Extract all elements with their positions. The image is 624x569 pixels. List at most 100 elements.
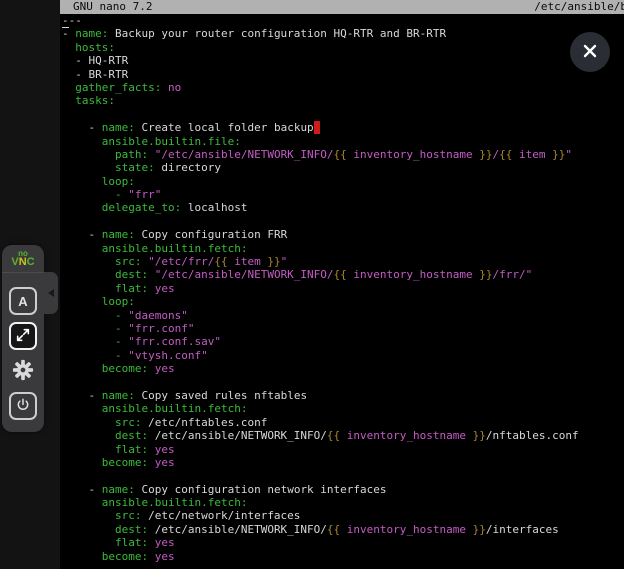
code-segment: {{: [214, 255, 227, 268]
code-segment: [62, 496, 102, 509]
code-segment: [62, 81, 75, 94]
editor-line[interactable]: dest: /etc/ansible/NETWORK_INFO/{{ inven…: [62, 523, 624, 536]
editor-line[interactable]: - "frr.conf.sav": [62, 335, 624, 348]
code-segment: hosts:: [75, 41, 115, 54]
code-segment: }}: [473, 523, 486, 536]
settings-button[interactable]: [9, 357, 37, 385]
code-segment: dest:: [115, 268, 148, 281]
code-segment: [62, 255, 115, 268]
editor-line[interactable]: state: directory: [62, 161, 624, 174]
code-segment: - BR-RTR: [62, 68, 128, 81]
code-segment: [62, 429, 115, 442]
code-segment: }}: [552, 148, 565, 161]
code-segment: "daemons": [128, 309, 188, 322]
editor-line[interactable]: src: /etc/nftables.conf: [62, 416, 624, 429]
editor-line[interactable]: flat: yes: [62, 282, 624, 295]
editor-content[interactable]: ---- name: Backup your router configurat…: [62, 14, 624, 569]
code-segment: }}: [267, 255, 280, 268]
editor-line[interactable]: flat: yes: [62, 536, 624, 549]
editor-line[interactable]: become: yes: [62, 456, 624, 469]
code-segment: [62, 94, 75, 107]
vnc-control-strip: no VNC A: [0, 0, 60, 569]
editor-line[interactable]: - name: Backup your router configuration…: [62, 27, 624, 40]
editor-line[interactable]: - "frr.conf": [62, 322, 624, 335]
editor-line[interactable]: - name: Copy saved rules nftables: [62, 389, 624, 402]
code-segment: /frr/": [493, 268, 533, 281]
code-segment: [62, 443, 115, 456]
editor-line[interactable]: - "frr": [62, 188, 624, 201]
editor-line[interactable]: ansible.builtin.file:: [62, 135, 624, 148]
code-segment: /etc/network/interfaces: [141, 509, 300, 522]
code-segment: [148, 148, 155, 161]
code-segment: [62, 295, 102, 308]
nano-app-title: GNU nano 7.2: [73, 0, 152, 14]
code-segment: inventory_hostname: [340, 523, 472, 536]
editor-line[interactable]: dest: /etc/ansible/NETWORK_INFO/{{ inven…: [62, 429, 624, 442]
code-segment: item: [512, 148, 552, 161]
editor-line[interactable]: delegate_to: localhost: [62, 201, 624, 214]
editor-line[interactable]: ansible.builtin.fetch:: [62, 242, 624, 255]
editor-line[interactable]: ansible.builtin.fetch:: [62, 496, 624, 509]
editor-line[interactable]: - "daemons": [62, 309, 624, 322]
code-segment: - HQ-RTR: [62, 54, 128, 67]
editor-line[interactable]: ansible.builtin.fetch:: [62, 402, 624, 415]
nano-titlebar: GNU nano 7.2 /etc/ansible/b: [60, 0, 624, 14]
code-segment: src:: [115, 509, 142, 522]
editor-line[interactable]: ---: [62, 14, 624, 27]
novnc-logo: no VNC: [2, 245, 44, 273]
fullscreen-button[interactable]: [9, 322, 37, 350]
code-segment: -: [62, 389, 102, 402]
vnc-control-panel: no VNC A: [2, 245, 44, 432]
editor-line[interactable]: - name: Copy configuration network inter…: [62, 483, 624, 496]
editor-line[interactable]: [62, 469, 624, 482]
editor-line[interactable]: - name: Create local folder backup: [62, 121, 624, 134]
editor-line[interactable]: loop:: [62, 295, 624, 308]
code-segment: /etc/nftables.conf: [141, 416, 267, 429]
editor-line[interactable]: become: yes: [62, 362, 624, 375]
editor-line[interactable]: - "vtysh.conf": [62, 349, 624, 362]
code-segment: name:: [102, 389, 135, 402]
editor-line[interactable]: - HQ-RTR: [62, 54, 624, 67]
extra-keys-button[interactable]: A: [9, 287, 37, 315]
editor-line[interactable]: dest: "/etc/ansible/NETWORK_INFO/{{ inve…: [62, 268, 624, 281]
code-segment: [148, 268, 155, 281]
vnc-panel-handle[interactable]: [44, 272, 58, 314]
editor-line[interactable]: [62, 108, 624, 121]
power-button[interactable]: [9, 392, 37, 420]
editor-line[interactable]: [62, 376, 624, 389]
editor-line[interactable]: - name: Copy configuration FRR: [62, 228, 624, 241]
close-button[interactable]: [570, 32, 610, 72]
code-segment: yes: [155, 550, 175, 563]
code-segment: become:: [102, 456, 148, 469]
editor-line[interactable]: loop:: [62, 175, 624, 188]
code-segment: "frr.conf.sav": [128, 335, 221, 348]
code-segment: yes: [155, 443, 175, 456]
editor-line[interactable]: [62, 215, 624, 228]
editor-line[interactable]: flat: yes: [62, 443, 624, 456]
editor-line[interactable]: - BR-RTR: [62, 68, 624, 81]
editor-line[interactable]: path: "/etc/ansible/NETWORK_INFO/{{ inve…: [62, 148, 624, 161]
terminal-window[interactable]: GNU nano 7.2 /etc/ansible/b ---- name: B…: [60, 0, 624, 569]
code-segment: "/etc/frr/: [148, 255, 214, 268]
code-segment: [148, 362, 155, 375]
editor-line[interactable]: tasks:: [62, 94, 624, 107]
editor-line[interactable]: src: "/etc/frr/{{ item }}": [62, 255, 624, 268]
code-segment: src:: [115, 255, 142, 268]
code-segment: [148, 536, 155, 549]
code-segment: localhost: [181, 201, 247, 214]
text-cursor: [314, 121, 321, 134]
editor-line[interactable]: become: yes: [62, 550, 624, 563]
code-segment: state:: [115, 161, 155, 174]
code-segment: src:: [115, 416, 142, 429]
editor-line[interactable]: hosts:: [62, 41, 624, 54]
editor-line[interactable]: gather_facts: no: [62, 81, 624, 94]
code-segment: -: [115, 188, 128, 201]
code-segment: ansible.builtin.fetch:: [102, 496, 248, 509]
code-segment: }}: [473, 429, 486, 442]
code-segment: [62, 456, 102, 469]
code-segment: directory: [155, 161, 221, 174]
code-segment: Copy configuration network interfaces: [135, 483, 387, 496]
code-segment: [62, 536, 115, 549]
code-segment: -: [62, 27, 75, 40]
editor-line[interactable]: src: /etc/network/interfaces: [62, 509, 624, 522]
